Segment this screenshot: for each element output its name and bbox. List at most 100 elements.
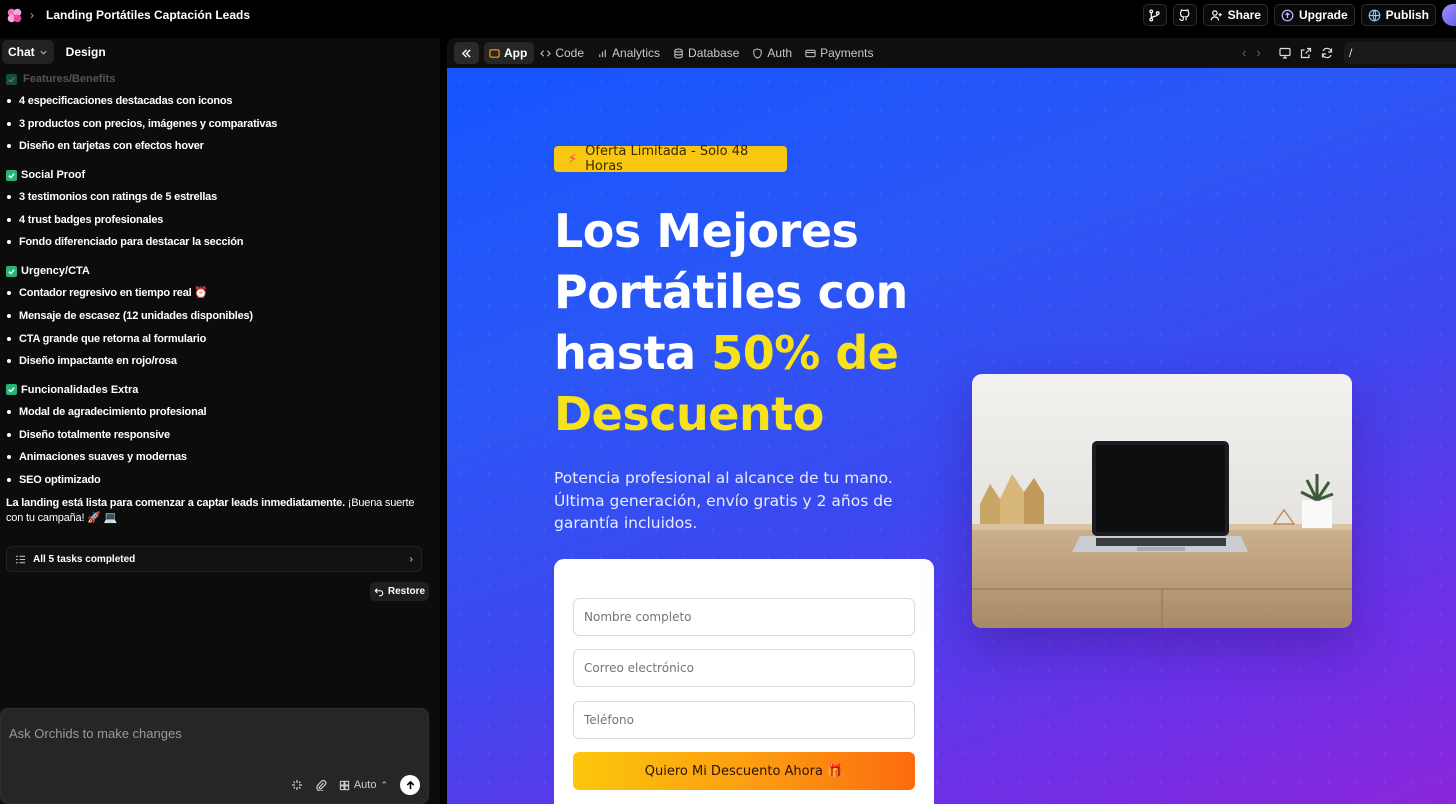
name-field[interactable] [573, 598, 915, 636]
tab-label: App [504, 46, 528, 60]
back-icon[interactable]: ‹ [1242, 45, 1246, 60]
top-bar: › Landing Portátiles Captación Leads Sha… [0, 0, 1456, 30]
code-icon [540, 49, 552, 57]
monitor-icon[interactable] [1279, 47, 1291, 59]
tasks-summary-bar[interactable]: All 5 tasks completed › [6, 546, 422, 572]
list-item: Mensaje de escasez (12 unidades disponib… [6, 309, 426, 332]
tasks-label: All 5 tasks completed [33, 553, 136, 565]
section-heading: Social Proof [6, 168, 426, 182]
external-link-icon[interactable] [1300, 47, 1312, 59]
phone-field[interactable] [573, 701, 915, 739]
checkmark-icon [6, 265, 17, 277]
orchids-logo-icon[interactable] [6, 7, 23, 24]
chat-messages: Features/Benefits 4 especificaciones des… [6, 72, 426, 526]
mode-selector[interactable]: Auto ⌃ [339, 779, 388, 791]
chevron-down-icon [40, 50, 47, 55]
upgrade-button[interactable]: Upgrade [1273, 4, 1355, 26]
faded-section-heading: Features/Benefits [6, 72, 426, 86]
refresh-icon[interactable] [1321, 47, 1333, 59]
arrow-up-icon [406, 780, 414, 789]
github-button[interactable] [1172, 4, 1197, 26]
hero-headline: Los Mejores Portátiles con hasta 50% de … [554, 201, 974, 445]
chevron-up-icon: ⌃ [380, 779, 388, 790]
add-user-icon [1210, 9, 1222, 20]
tab-code[interactable]: Code [535, 42, 591, 64]
app-window-icon [489, 48, 500, 58]
section-heading: Funcionalidades Extra [6, 383, 426, 397]
composer-input[interactable]: Ask Orchids to make changes [9, 726, 182, 741]
tab-auth[interactable]: Auth [747, 42, 799, 64]
mode-icon [339, 780, 349, 790]
section-heading: Urgency/CTA [6, 264, 426, 278]
publish-button[interactable]: Publish [1360, 4, 1436, 26]
tab-label: Database [688, 46, 740, 60]
tab-analytics[interactable]: Analytics [592, 42, 667, 64]
double-chevron-left-icon [461, 48, 471, 58]
share-button[interactable]: Share [1202, 4, 1268, 26]
shield-icon [753, 47, 763, 59]
tab-design[interactable]: Design [60, 40, 112, 64]
list-item: SEO optimizado [6, 473, 426, 496]
checkmark-icon [6, 73, 17, 85]
tab-chat[interactable]: Chat [2, 40, 54, 64]
email-field[interactable] [573, 649, 915, 687]
upgrade-icon [1281, 9, 1294, 21]
offer-badge-text: Oferta Limitada - Solo 48 Horas [585, 144, 749, 174]
project-title[interactable]: Landing Portátiles Captación Leads [46, 8, 250, 22]
left-tabs: Chat Design [2, 40, 112, 64]
tab-app[interactable]: App [484, 42, 535, 64]
restore-button[interactable]: Restore [370, 582, 429, 601]
branch-button[interactable] [1142, 4, 1167, 26]
lead-form: Quiero Mi Descuento Ahora 🎁 [554, 559, 934, 804]
landing-page: ⚡ Oferta Limitada - Solo 48 Horas Los Me… [447, 68, 1456, 804]
bar-chart-icon [599, 49, 606, 57]
preview-tabs: App Code Analytics Database Auth Payment… [484, 42, 880, 64]
breadcrumb-chevron-icon: › [30, 8, 34, 22]
database-icon [674, 48, 683, 58]
tab-label: Payments [820, 46, 874, 60]
list-item: Modal de agradecimiento profesional [6, 405, 426, 428]
final-message-bold: La landing está lista para comenzar a ca… [6, 496, 345, 509]
list-item: 4 trust badges profesionales [6, 213, 426, 236]
paperclip-icon[interactable] [315, 779, 327, 791]
offer-badge: ⚡ Oferta Limitada - Solo 48 Horas [554, 144, 787, 174]
globe-icon [1368, 9, 1381, 21]
send-button[interactable] [400, 775, 420, 795]
tab-payments[interactable]: Payments [800, 42, 880, 64]
tab-chat-label: Chat [8, 45, 35, 59]
list-item: Animaciones suaves y modernas [6, 450, 426, 473]
laptop-photo [972, 374, 1352, 628]
checkmark-icon [6, 384, 17, 396]
list-item: 4 especificaciones destacadas con iconos [6, 94, 426, 117]
user-avatar[interactable] [1442, 4, 1456, 26]
sparkle-icon[interactable] [291, 779, 303, 791]
url-bar[interactable]: / [1344, 42, 1456, 64]
mode-label: Auto [353, 779, 377, 791]
final-message: La landing está lista para comenzar a ca… [6, 496, 426, 526]
list-item: Fondo diferenciado para destacar la secc… [6, 235, 426, 258]
chat-composer[interactable]: Ask Orchids to make changes Auto ⌃ [0, 708, 429, 804]
top-actions: Share Upgrade Publish [1142, 4, 1456, 26]
github-icon [1179, 8, 1190, 21]
undo-icon [374, 587, 384, 596]
upgrade-label: Upgrade [1298, 8, 1348, 22]
view-controls [1279, 47, 1333, 59]
preview-toolbar: App Code Analytics Database Auth Payment… [447, 38, 1456, 68]
tab-database[interactable]: Database [668, 42, 746, 64]
list-item: Contador regresivo en tiempo real ⏰ [6, 286, 426, 309]
credit-card-icon [805, 49, 816, 57]
list-item: 3 productos con precios, imágenes y comp… [6, 117, 426, 140]
hero-subtitle: Potencia profesional al alcance de tu ma… [554, 469, 893, 532]
list-item: Diseño impactante en rojo/rosa [6, 354, 426, 377]
collapse-panel-button[interactable] [454, 42, 479, 64]
faded-heading-text: Features/Benefits [23, 73, 116, 85]
history-nav: ‹ › [1242, 45, 1261, 60]
publish-label: Publish [1385, 8, 1429, 22]
forward-icon[interactable]: › [1256, 45, 1260, 60]
list-item: Diseño totalmente responsive [6, 428, 426, 451]
restore-label: Restore [387, 586, 426, 597]
git-branch-icon [1149, 9, 1160, 21]
task-list-icon [15, 555, 26, 563]
list-item: 3 testimonios con ratings de 5 estrellas [6, 190, 426, 213]
get-discount-button[interactable]: Quiero Mi Descuento Ahora 🎁 [573, 752, 915, 790]
